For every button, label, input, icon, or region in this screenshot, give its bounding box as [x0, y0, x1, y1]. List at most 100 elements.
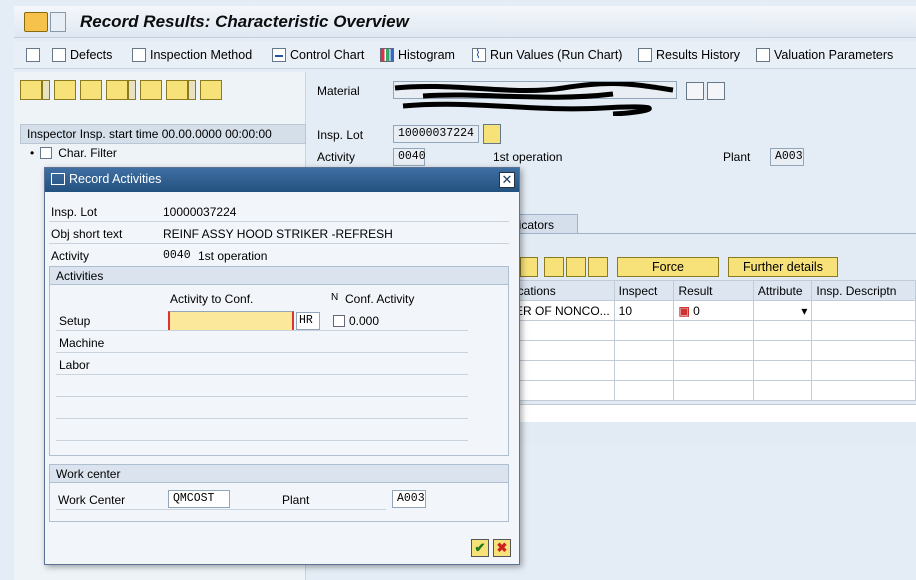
col-header[interactable]: Insp. Descriptn — [811, 280, 916, 301]
info-icon[interactable] — [200, 80, 222, 100]
check-icon: ✔ — [474, 540, 486, 555]
bullet-icon: • — [30, 146, 35, 160]
chevron-down-icon[interactable] — [42, 80, 50, 100]
col-header[interactable]: Result — [673, 280, 754, 301]
valuation-parameters-button[interactable]: Valuation Parameters — [756, 46, 893, 64]
grid-scrollbar[interactable] — [510, 404, 916, 422]
chevron-down-icon[interactable] — [128, 80, 136, 100]
layout-icon[interactable] — [166, 80, 188, 100]
record-activities-dialog: Record Activities ✕ Insp. Lot 1000003722… — [44, 167, 520, 565]
control-chart-button[interactable]: Control Chart — [272, 46, 364, 64]
calculator-icon[interactable] — [544, 257, 564, 277]
insp-lot-label: Insp. Lot — [317, 128, 364, 142]
dlg-plant-label: Plant — [282, 493, 310, 507]
insp-lot-field: 10000037224 — [393, 125, 479, 143]
dropdown-arrow-icon[interactable]: ▾ — [801, 304, 807, 318]
tree-icon-button[interactable] — [26, 46, 40, 64]
document-icon — [132, 48, 146, 62]
valuation-parameters-label: Valuation Parameters — [774, 48, 894, 62]
dropdown-icon[interactable] — [50, 12, 66, 32]
cell-result[interactable]: ▣ 0 — [673, 300, 754, 321]
divider — [56, 330, 468, 331]
table-icon[interactable] — [566, 257, 586, 277]
close-icon[interactable]: ✕ — [499, 172, 515, 188]
setup-unit-field[interactable]: HR — [296, 312, 320, 330]
info-icon[interactable] — [483, 124, 501, 144]
edit-icon — [51, 173, 65, 185]
obj-short-text-label: Obj short text — [51, 227, 123, 241]
inspection-method-label: Inspection Method — [150, 48, 253, 62]
results-grid: ications Inspect Result Attribute Insp. … — [510, 280, 916, 401]
col-header[interactable]: Inspect — [613, 280, 675, 301]
chevron-down-icon[interactable] — [188, 80, 196, 100]
cell-char: ER OF NONCO... — [510, 300, 615, 321]
confirm-button[interactable]: ✔ — [471, 539, 489, 557]
run-values-button[interactable]: Run Values (Run Chart) — [472, 46, 622, 64]
page-title: Record Results: Characteristic Overview — [80, 12, 409, 31]
char-filter-node[interactable]: • Char. Filter — [30, 146, 117, 160]
further-details-label: Further details — [743, 260, 823, 274]
tree-icon — [26, 48, 40, 62]
col-header[interactable]: ications — [510, 280, 615, 301]
filter-icon — [40, 147, 53, 159]
setup-label: Setup — [59, 314, 91, 328]
cell-descr[interactable] — [811, 300, 916, 321]
plant-label: Plant — [723, 150, 751, 164]
folder-icon[interactable] — [20, 80, 42, 100]
sap-menu-icon[interactable] — [24, 12, 48, 32]
control-chart-icon — [272, 48, 286, 62]
work-center-field[interactable]: QMCOST — [168, 490, 230, 508]
char-filter-label: Char. Filter — [58, 146, 117, 160]
cancel-icon: ✖ — [496, 540, 508, 555]
run-chart-icon — [472, 47, 486, 62]
expand-all-icon[interactable] — [54, 80, 76, 100]
divider — [56, 374, 468, 375]
sort-icon[interactable] — [140, 80, 162, 100]
material-label: Material — [317, 84, 360, 98]
dlg-activity-text: 1st operation — [198, 249, 268, 263]
histogram-button[interactable]: Histogram — [380, 46, 455, 64]
dialog-title: Record Activities — [69, 172, 162, 186]
force-button[interactable]: Force — [617, 257, 719, 277]
table-row — [510, 340, 916, 361]
glasses-icon — [756, 48, 770, 62]
setup-checkbox[interactable] — [333, 315, 345, 327]
lock-icon[interactable] — [520, 257, 538, 277]
table-row[interactable]: ER OF NONCO... 10 ▣ 0 ▾ — [510, 300, 916, 321]
work-center-group-header: Work center — [50, 465, 508, 483]
defects-button[interactable]: Defects — [52, 46, 112, 64]
obj-short-text-value: REINF ASSY HOOD STRIKER -REFRESH — [163, 227, 393, 241]
app-toolbar: Defects Inspection Method Control Chart … — [14, 41, 916, 69]
dlg-insp-lot-value: 10000037224 — [163, 205, 237, 219]
glasses-icon[interactable] — [686, 82, 704, 100]
cell-attribute[interactable]: ▾ — [752, 300, 813, 321]
collapse-all-icon[interactable] — [80, 80, 102, 100]
left-toolbar — [20, 80, 300, 102]
history-icon — [638, 48, 652, 62]
defects-label: Defects — [70, 48, 113, 62]
inspection-method-button[interactable]: Inspection Method — [132, 46, 252, 64]
dlg-plant-field[interactable]: A003 — [392, 490, 426, 508]
results-history-label: Results History — [656, 48, 741, 62]
dialog-title-bar[interactable]: Record Activities — [45, 168, 519, 192]
setup-activity-input[interactable] — [168, 311, 294, 331]
further-details-button[interactable]: Further details — [728, 257, 838, 277]
activity-text: 1st operation — [493, 150, 563, 164]
divider — [56, 396, 468, 397]
divider — [56, 418, 468, 419]
col-header[interactable]: Attribute — [752, 280, 813, 301]
results-history-button[interactable]: Results History — [638, 46, 740, 64]
activities-group-header: Activities — [50, 267, 508, 285]
inspector-header: Inspector Insp. start time 00.00.0000 00… — [20, 124, 306, 144]
activity-field: 0040 — [393, 148, 426, 166]
cancel-button[interactable]: ✖ — [493, 539, 511, 557]
divider — [56, 352, 468, 353]
table-row — [510, 380, 916, 401]
refresh-icon[interactable] — [106, 80, 128, 100]
divider — [49, 221, 509, 222]
stamp-icon[interactable] — [588, 257, 608, 277]
machine-label: Machine — [59, 336, 105, 350]
cell-inspect[interactable]: 10 — [613, 300, 675, 321]
copy-icon[interactable] — [707, 82, 725, 100]
divider — [49, 243, 509, 244]
